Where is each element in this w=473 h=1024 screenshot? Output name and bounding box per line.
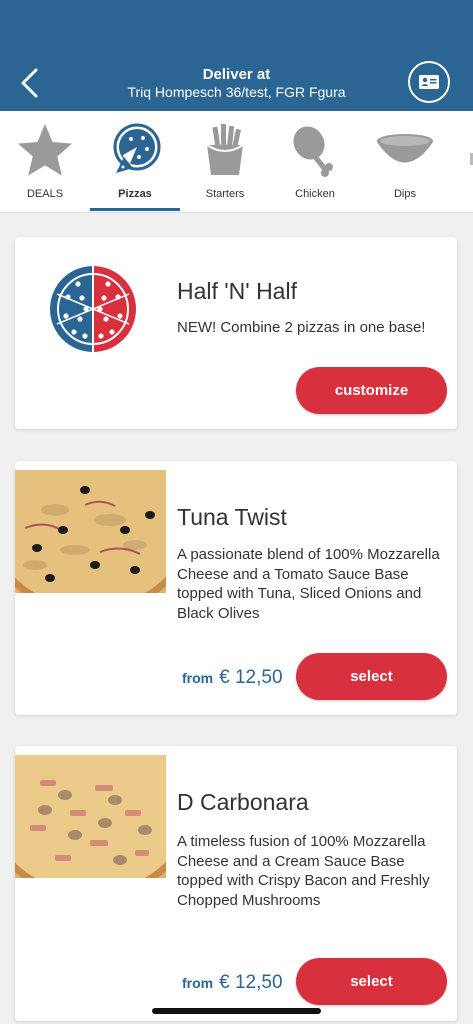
active-tab-indicator: [90, 208, 180, 211]
product-description: A passionate blend of 100% Mozzarella Ch…: [177, 546, 440, 622]
product-card-tuna-twist[interactable]: Tuna Twist A passionate blend of 100% Mo…: [15, 461, 457, 715]
profile-button[interactable]: [408, 61, 450, 103]
product-description: NEW! Combine 2 pizzas in one base!: [177, 319, 426, 336]
category-tabs: DEALS Pizzas Starters Chicken Dips: [0, 111, 473, 213]
tab-pizzas[interactable]: Pizzas: [90, 111, 180, 211]
tab-label: DEALS: [26, 188, 64, 200]
star-icon: [15, 121, 75, 179]
tuna-twist-pizza-photo: [15, 461, 205, 615]
price-amount: € 12,50: [219, 667, 283, 688]
dip-bowl-icon: [375, 121, 435, 179]
pizza-icon: [105, 121, 165, 179]
id-card-icon: [419, 75, 439, 89]
tab-label: Chicken: [295, 188, 335, 200]
price-amount: € 12,50: [219, 972, 283, 993]
drumstick-icon: [285, 121, 345, 179]
deliver-label: Deliver at: [202, 66, 271, 83]
fries-icon: [195, 121, 255, 179]
select-button[interactable]: select: [296, 653, 447, 700]
select-button[interactable]: select: [296, 958, 447, 1005]
product-card-d-carbonara[interactable]: D Carbonara A timeless fusion of 100% Mo…: [15, 746, 457, 1021]
tab-deals[interactable]: DEALS: [0, 111, 90, 211]
tab-label: Pizzas: [118, 188, 152, 200]
product-card-half-n-half[interactable]: Half 'N' Half NEW! Combine 2 pizzas in o…: [15, 237, 457, 429]
header-bar: Deliver at Triq Hompesch 36/test, FGR Fg…: [0, 0, 473, 111]
tab-label: Starters: [205, 188, 245, 200]
half-half-pizza-icon: [48, 264, 138, 354]
product-title: Tuna Twist: [177, 504, 287, 530]
price-prefix: from: [182, 975, 214, 991]
carbonara-pizza-photo: [15, 746, 205, 900]
delivery-address[interactable]: Triq Hompesch 36/test, FGR Fgura: [0, 84, 473, 100]
price-label: from € 12,50: [182, 667, 283, 689]
product-title: D Carbonara: [177, 789, 309, 815]
price-label: from € 12,50: [182, 972, 283, 994]
tab-starters[interactable]: Starters: [180, 111, 270, 211]
customize-button[interactable]: customize: [296, 367, 447, 414]
price-prefix: from: [182, 670, 214, 686]
tab-label: Dips: [393, 188, 416, 200]
product-description: A timeless fusion of 100% Mozzarella Che…: [177, 833, 430, 909]
tab-chicken[interactable]: Chicken: [270, 111, 360, 211]
tab-dips[interactable]: Dips: [360, 111, 450, 211]
home-indicator[interactable]: [152, 1008, 321, 1014]
product-title: Half 'N' Half: [177, 278, 297, 304]
